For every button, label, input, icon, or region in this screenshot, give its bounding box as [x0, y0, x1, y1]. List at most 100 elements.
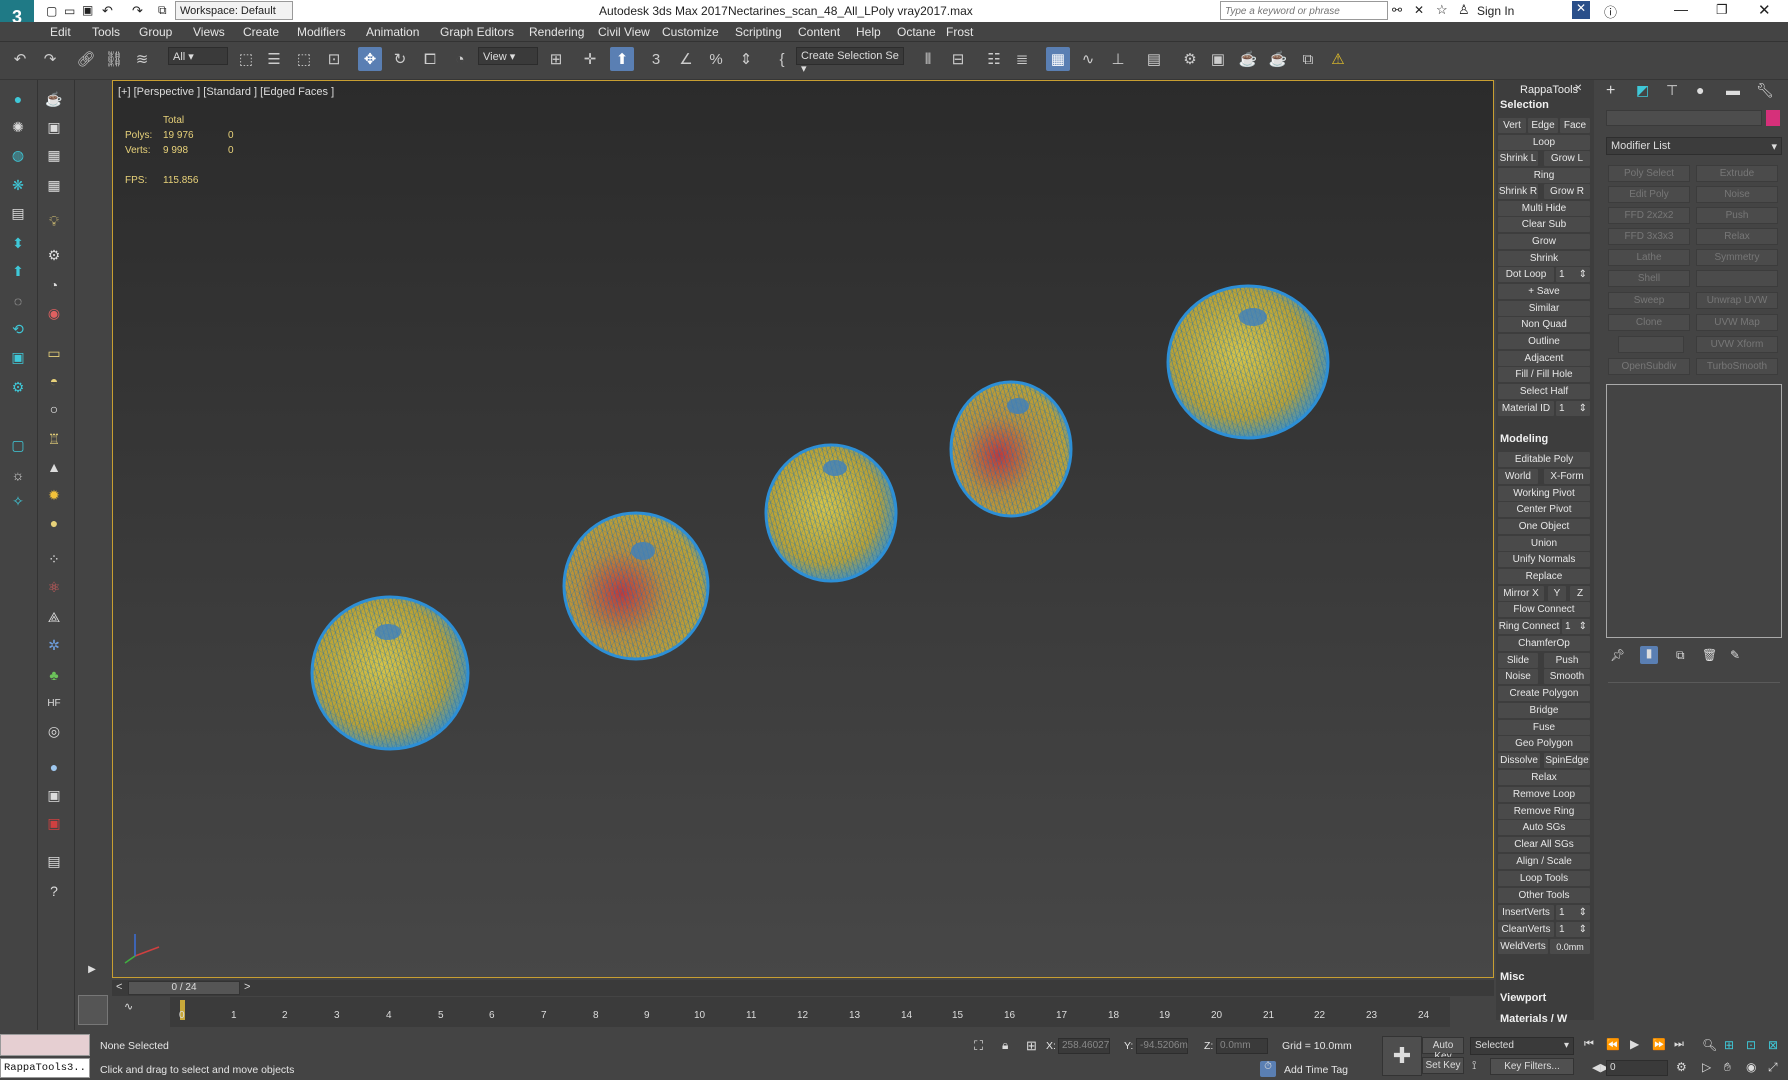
adjacent-button[interactable]: Adjacent	[1498, 351, 1590, 366]
motion-tab-icon[interactable]: ●	[1696, 82, 1704, 98]
named-selection-set-dropdown[interactable]: Create Selection Se ▾	[796, 47, 904, 75]
cleanverts-spinner[interactable]: 1 ⇕	[1556, 922, 1590, 937]
render-active-shade-icon[interactable]: ⧉	[1296, 47, 1320, 71]
edge-button[interactable]: Edge	[1528, 118, 1558, 133]
section-misc[interactable]: Misc	[1500, 971, 1524, 983]
undo-button-icon[interactable]: ↶	[8, 47, 32, 71]
hierarchy-tab-icon[interactable]: ⊤	[1666, 82, 1678, 99]
motion-icon[interactable]: ⬆	[6, 260, 30, 282]
scene-explorer-icon[interactable]: ☷	[982, 47, 1006, 71]
user-icon[interactable]: ♙	[1458, 2, 1470, 18]
atom-icon[interactable]: ⚛	[42, 576, 66, 598]
create-polygon-button[interactable]: Create Polygon	[1498, 686, 1590, 701]
nectarine-5[interactable]	[1166, 284, 1330, 440]
angle-snap-icon[interactable]: ∠	[674, 47, 698, 71]
track-bar[interactable]	[170, 997, 1450, 1027]
save-file-icon[interactable]: ▣	[82, 3, 93, 17]
clear-sub-button[interactable]: Clear Sub	[1498, 217, 1590, 232]
pyramid-icon[interactable]: ⟁	[42, 606, 66, 628]
shrink-button[interactable]: Shrink	[1498, 251, 1590, 266]
set-key-button[interactable]: Set Key	[1422, 1057, 1464, 1074]
menu-graph-editors[interactable]: Graph Editors	[440, 25, 514, 39]
select-manipulate-icon[interactable]: ✛	[578, 47, 602, 71]
curve-editor-icon[interactable]: ∿	[1076, 47, 1100, 71]
curves-icon[interactable]: ⟲	[6, 318, 30, 340]
noise-button[interactable]: Noise	[1498, 669, 1538, 684]
unify-normals-button[interactable]: Unify Normals	[1498, 552, 1590, 567]
menu-content[interactable]: Content	[798, 25, 840, 39]
time-tag-icon[interactable]: ⏱	[1260, 1061, 1276, 1077]
gear-blue-icon[interactable]: ✲	[42, 634, 66, 656]
make-unique-icon[interactable]: ⧉	[1676, 648, 1685, 663]
object-name-field[interactable]	[1606, 110, 1762, 126]
section-selection[interactable]: Selection	[1500, 99, 1549, 111]
snaps-toggle-icon[interactable]: 3	[644, 47, 668, 71]
remove-modifier-icon[interactable]: 🗑︎	[1702, 648, 1717, 662]
geo-polygon-button[interactable]: Geo Polygon	[1498, 736, 1590, 751]
create-sphere-icon[interactable]: ✺	[6, 116, 30, 138]
undo-icon[interactable]: ↶	[102, 3, 113, 19]
center-pivot-button[interactable]: Center Pivot	[1498, 502, 1590, 517]
fill-hole-button[interactable]: Fill / Fill Hole	[1498, 367, 1590, 382]
fur-icon[interactable]: ◎	[42, 720, 66, 742]
similar-button[interactable]: Similar	[1498, 301, 1590, 316]
mod-uvw-xform[interactable]: UVW Xform	[1696, 336, 1778, 353]
select-half-button[interactable]: Select Half	[1498, 384, 1590, 399]
goto-end-icon[interactable]: ⏭	[1674, 1038, 1684, 1051]
insertverts-button[interactable]: InsertVerts	[1498, 905, 1554, 920]
mod-sweep[interactable]: Sweep	[1608, 292, 1690, 309]
mod-opensubdiv[interactable]: OpenSubdiv	[1608, 358, 1690, 375]
selection-filter-dropdown[interactable]: All ▾	[168, 47, 228, 65]
create-helper-icon[interactable]: ❋	[6, 174, 30, 196]
working-pivot-button[interactable]: Working Pivot	[1498, 486, 1590, 501]
menu-scripting[interactable]: Scripting	[735, 25, 782, 39]
placement-icon[interactable]: ◔	[448, 47, 472, 71]
clear-all-sgs-button[interactable]: Clear All SGs	[1498, 837, 1590, 852]
bind-space-warp-icon[interactable]: ≋	[130, 47, 154, 71]
menu-edit[interactable]: Edit	[50, 25, 71, 39]
schematic-view-icon[interactable]: ⊥	[1106, 47, 1130, 71]
menu-customize[interactable]: Customize	[662, 25, 719, 39]
light-icon[interactable]: ✧	[6, 490, 30, 512]
time-next-icon[interactable]: >	[244, 981, 250, 993]
time-config-icon[interactable]: ⚙	[1676, 1060, 1687, 1074]
mod-empty-2[interactable]	[1618, 336, 1684, 353]
modifier-list-dropdown[interactable]: Modifier List ▾	[1606, 137, 1782, 155]
flow-connect-button[interactable]: Flow Connect	[1498, 602, 1590, 617]
shrink-l-button[interactable]: Shrink L	[1498, 151, 1538, 166]
mod-empty-1[interactable]	[1696, 270, 1778, 287]
auto-sgs-button[interactable]: Auto SGs	[1498, 820, 1590, 835]
zoom-extents-all-icon[interactable]: ⊠	[1768, 1038, 1778, 1052]
align-icon[interactable]: ⊟	[946, 47, 970, 71]
mod-turbosmooth[interactable]: TurboSmooth	[1696, 358, 1778, 375]
new-file-icon[interactable]: ▢	[46, 4, 57, 18]
bridge-button[interactable]: Bridge	[1498, 703, 1590, 718]
film-icon[interactable]: ◉	[42, 302, 66, 324]
create-tab-icon[interactable]: +	[1606, 82, 1615, 100]
zoom-icon[interactable]: 🔍︎	[1702, 1038, 1717, 1052]
redo-icon[interactable]: ↷	[132, 3, 143, 19]
isolate-selection-icon[interactable]: ⛶	[974, 1038, 983, 1054]
render-setup-icon[interactable]: ⚙	[1178, 47, 1202, 71]
cleanverts-button[interactable]: CleanVerts	[1498, 922, 1554, 937]
auto-key-button[interactable]: Auto Key	[1422, 1037, 1464, 1062]
non-quad-button[interactable]: Non Quad	[1498, 317, 1590, 332]
loop-tools-button[interactable]: Loop Tools	[1498, 871, 1590, 886]
open-file-icon[interactable]: ▭	[64, 4, 75, 18]
mod-clone[interactable]: Clone	[1608, 314, 1690, 331]
mod-relax[interactable]: Relax	[1696, 228, 1778, 245]
mirror-x-button[interactable]: Mirror X	[1498, 586, 1544, 601]
goto-start-icon[interactable]: ⏮	[1584, 1038, 1594, 1051]
layer-explorer-icon[interactable]: ≣	[1010, 47, 1034, 71]
key-filters-button[interactable]: Key Filters...	[1490, 1058, 1574, 1075]
sun-icon[interactable]: ✹	[42, 484, 66, 506]
exchange-apps-icon[interactable]: ✕	[1572, 1, 1590, 19]
mod-push[interactable]: Push	[1696, 207, 1778, 224]
material-id-button[interactable]: Material ID	[1498, 401, 1554, 416]
cage-icon[interactable]: ♖	[42, 428, 66, 450]
field-of-view-icon[interactable]: ▷	[1702, 1060, 1711, 1074]
section-viewport[interactable]: Viewport	[1500, 992, 1546, 1004]
insertverts-spinner[interactable]: 1 ⇕	[1556, 905, 1590, 920]
mirror-icon[interactable]: ⫴	[916, 47, 940, 71]
rappatools-close-icon[interactable]: ✕	[1574, 83, 1582, 94]
